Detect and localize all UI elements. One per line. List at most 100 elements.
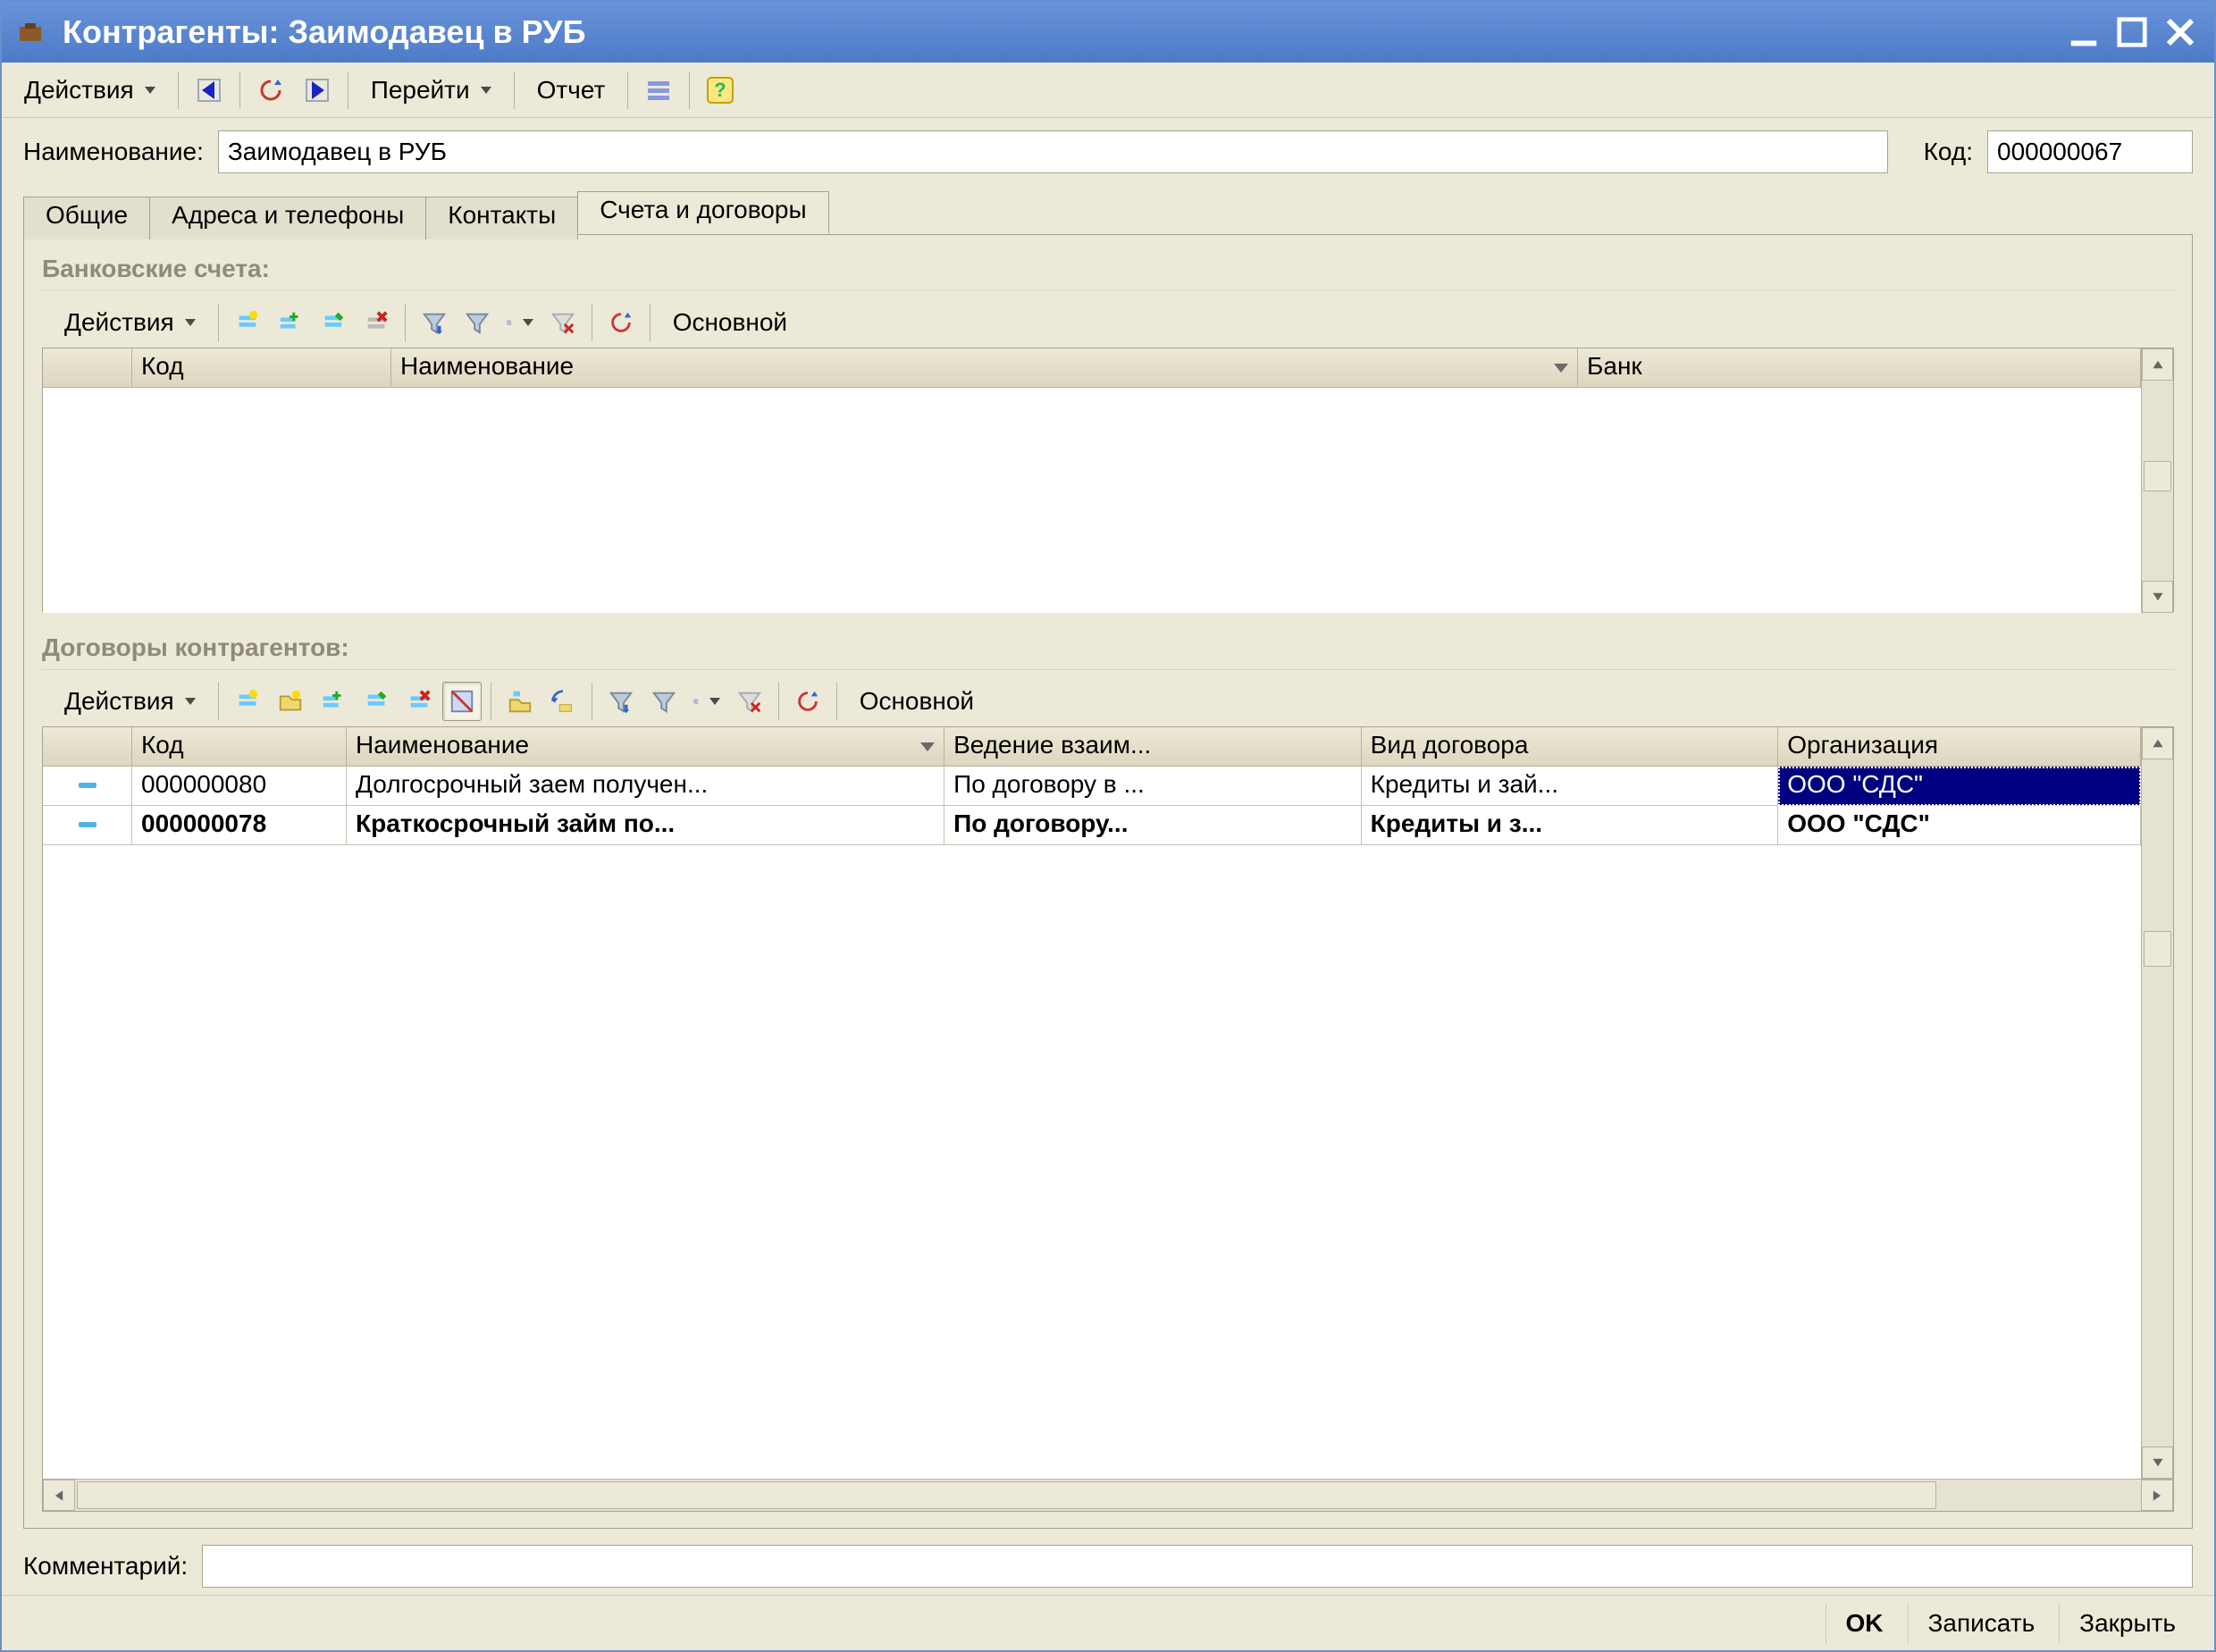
table-row[interactable]: 000000078Краткосрочный займ по...По дого… <box>43 806 2141 845</box>
chevron-down-icon <box>145 87 155 94</box>
table-cell[interactable]: 000000078 <box>132 806 347 845</box>
scroll-right-button[interactable] <box>2141 1480 2173 1511</box>
list-settings-button[interactable] <box>637 69 680 112</box>
contracts-vscroll[interactable] <box>2141 727 2173 1479</box>
minimize-button[interactable] <box>2062 11 2105 54</box>
table-cell[interactable] <box>43 806 132 845</box>
bank-accounts-title: Банковские счета: <box>42 255 2174 283</box>
scroll-thumb[interactable] <box>2144 931 2171 967</box>
add-group-button[interactable] <box>271 682 310 721</box>
clear-filter-button[interactable] <box>730 682 769 721</box>
chevron-down-icon <box>709 698 720 705</box>
scroll-up-button[interactable] <box>2142 727 2173 759</box>
set-main-label: Основной <box>673 308 787 337</box>
help-button[interactable]: ? <box>699 69 742 112</box>
table-row[interactable]: 000000080Долгосрочный заем получен...По … <box>43 767 2141 806</box>
contracts-col-org[interactable]: Организация <box>1778 727 2141 767</box>
table-cell[interactable]: По договору в ... <box>944 767 1362 806</box>
bank-col-bank[interactable]: Банк <box>1578 348 2141 388</box>
add-button[interactable] <box>228 682 267 721</box>
name-row: Наименование: Код: <box>23 130 2193 173</box>
next-button[interactable] <box>296 69 339 112</box>
scroll-left-button[interactable] <box>43 1480 75 1511</box>
bank-col-code[interactable]: Код <box>132 348 391 388</box>
set-main-button[interactable]: Основной <box>659 303 801 342</box>
table-cell[interactable]: Краткосрочный займ по... <box>347 806 944 845</box>
table-cell[interactable]: ООО "СДС" <box>1778 767 2141 806</box>
refresh-list-button[interactable] <box>788 682 827 721</box>
comment-input[interactable] <box>202 1545 2193 1588</box>
contracts-grid-body[interactable]: 000000080Долгосрочный заем получен...По … <box>43 767 2141 1479</box>
bank-grid-body[interactable] <box>43 388 2141 613</box>
tab-general[interactable]: Общие <box>23 197 150 239</box>
tab-accounts[interactable]: Счета и договоры <box>577 191 828 234</box>
level-up-button[interactable] <box>543 682 583 721</box>
contracts-col-settlement[interactable]: Ведение взаим... <box>944 727 1362 767</box>
table-cell[interactable]: Долгосрочный заем получен... <box>347 767 944 806</box>
bank-accounts-toolbar: Действия <box>42 298 2174 348</box>
filter-by-value-button[interactable] <box>601 682 641 721</box>
prev-button[interactable] <box>188 69 231 112</box>
contracts-col-code[interactable]: Код <box>132 727 347 767</box>
move-to-group-button[interactable] <box>500 682 540 721</box>
refresh-list-button[interactable] <box>601 303 641 342</box>
ok-button[interactable]: OK <box>1826 1603 1904 1644</box>
add-copy-button[interactable] <box>314 682 353 721</box>
add-copy-button[interactable] <box>271 303 310 342</box>
bank-actions-menu[interactable]: Действия <box>51 303 209 342</box>
bank-col-name[interactable]: Наименование <box>391 348 1578 388</box>
scroll-thumb[interactable] <box>2144 461 2171 491</box>
table-cell[interactable]: ООО "СДС" <box>1778 806 2141 845</box>
goto-label: Перейти <box>371 76 470 105</box>
contracts-actions-menu[interactable]: Действия <box>51 682 209 721</box>
scroll-down-button[interactable] <box>2142 1447 2173 1479</box>
tab-contacts[interactable]: Контакты <box>425 197 578 239</box>
select-fields-button[interactable] <box>500 303 540 342</box>
filter-by-value-button[interactable] <box>415 303 454 342</box>
scroll-down-button[interactable] <box>2142 581 2173 613</box>
select-fields-button[interactable] <box>687 682 726 721</box>
table-cell[interactable]: Кредиты и з... <box>1362 806 1779 845</box>
delete-button[interactable] <box>357 303 396 342</box>
table-cell[interactable] <box>43 767 132 806</box>
actions-menu-button[interactable]: Действия <box>11 69 169 112</box>
report-button[interactable]: Отчет <box>524 69 619 112</box>
scroll-up-button[interactable] <box>2142 348 2173 381</box>
name-input[interactable] <box>218 130 1888 173</box>
code-input[interactable] <box>1987 130 2193 173</box>
bank-accounts-grid[interactable]: Код Наименование Банк <box>42 348 2174 612</box>
comment-label: Комментарий: <box>23 1552 188 1581</box>
name-label: Наименование: <box>23 138 204 166</box>
goto-menu-button[interactable]: Перейти <box>357 69 505 112</box>
edit-button[interactable] <box>314 303 353 342</box>
delete-button[interactable] <box>399 682 439 721</box>
refresh-button[interactable] <box>249 69 292 112</box>
maximize-button[interactable] <box>2111 11 2153 54</box>
contracts-col-marker[interactable] <box>43 727 132 767</box>
tab-panel-accounts: Банковские счета: Действия <box>23 234 2193 1529</box>
edit-button[interactable] <box>357 682 396 721</box>
bank-vscroll[interactable] <box>2141 348 2173 613</box>
contracts-grid[interactable]: Код Наименование Ведение взаим... Вид до… <box>42 726 2174 1512</box>
close-form-button[interactable]: Закрыть <box>2059 1603 2196 1644</box>
tab-addresses[interactable]: Адреса и телефоны <box>149 197 426 239</box>
svg-text:?: ? <box>715 79 726 101</box>
hierarchy-toggle-button[interactable] <box>442 682 482 721</box>
contracts-title: Договоры контрагентов: <box>42 633 2174 662</box>
filter-button[interactable] <box>457 303 497 342</box>
table-cell[interactable]: Кредиты и зай... <box>1362 767 1779 806</box>
save-button[interactable]: Записать <box>1908 1603 2056 1644</box>
close-button[interactable] <box>2159 11 2202 54</box>
table-cell[interactable]: 000000080 <box>132 767 347 806</box>
set-main-contract-label: Основной <box>860 687 974 716</box>
contracts-hscroll[interactable] <box>43 1479 2173 1511</box>
set-main-contract-button[interactable]: Основной <box>846 682 987 721</box>
add-button[interactable] <box>228 303 267 342</box>
clear-filter-button[interactable] <box>543 303 583 342</box>
contracts-col-name[interactable]: Наименование <box>347 727 944 767</box>
scroll-thumb[interactable] <box>77 1481 1936 1509</box>
contracts-col-type[interactable]: Вид договора <box>1362 727 1779 767</box>
table-cell[interactable]: По договору... <box>944 806 1362 845</box>
filter-button[interactable] <box>644 682 684 721</box>
bank-col-marker[interactable] <box>43 348 132 388</box>
